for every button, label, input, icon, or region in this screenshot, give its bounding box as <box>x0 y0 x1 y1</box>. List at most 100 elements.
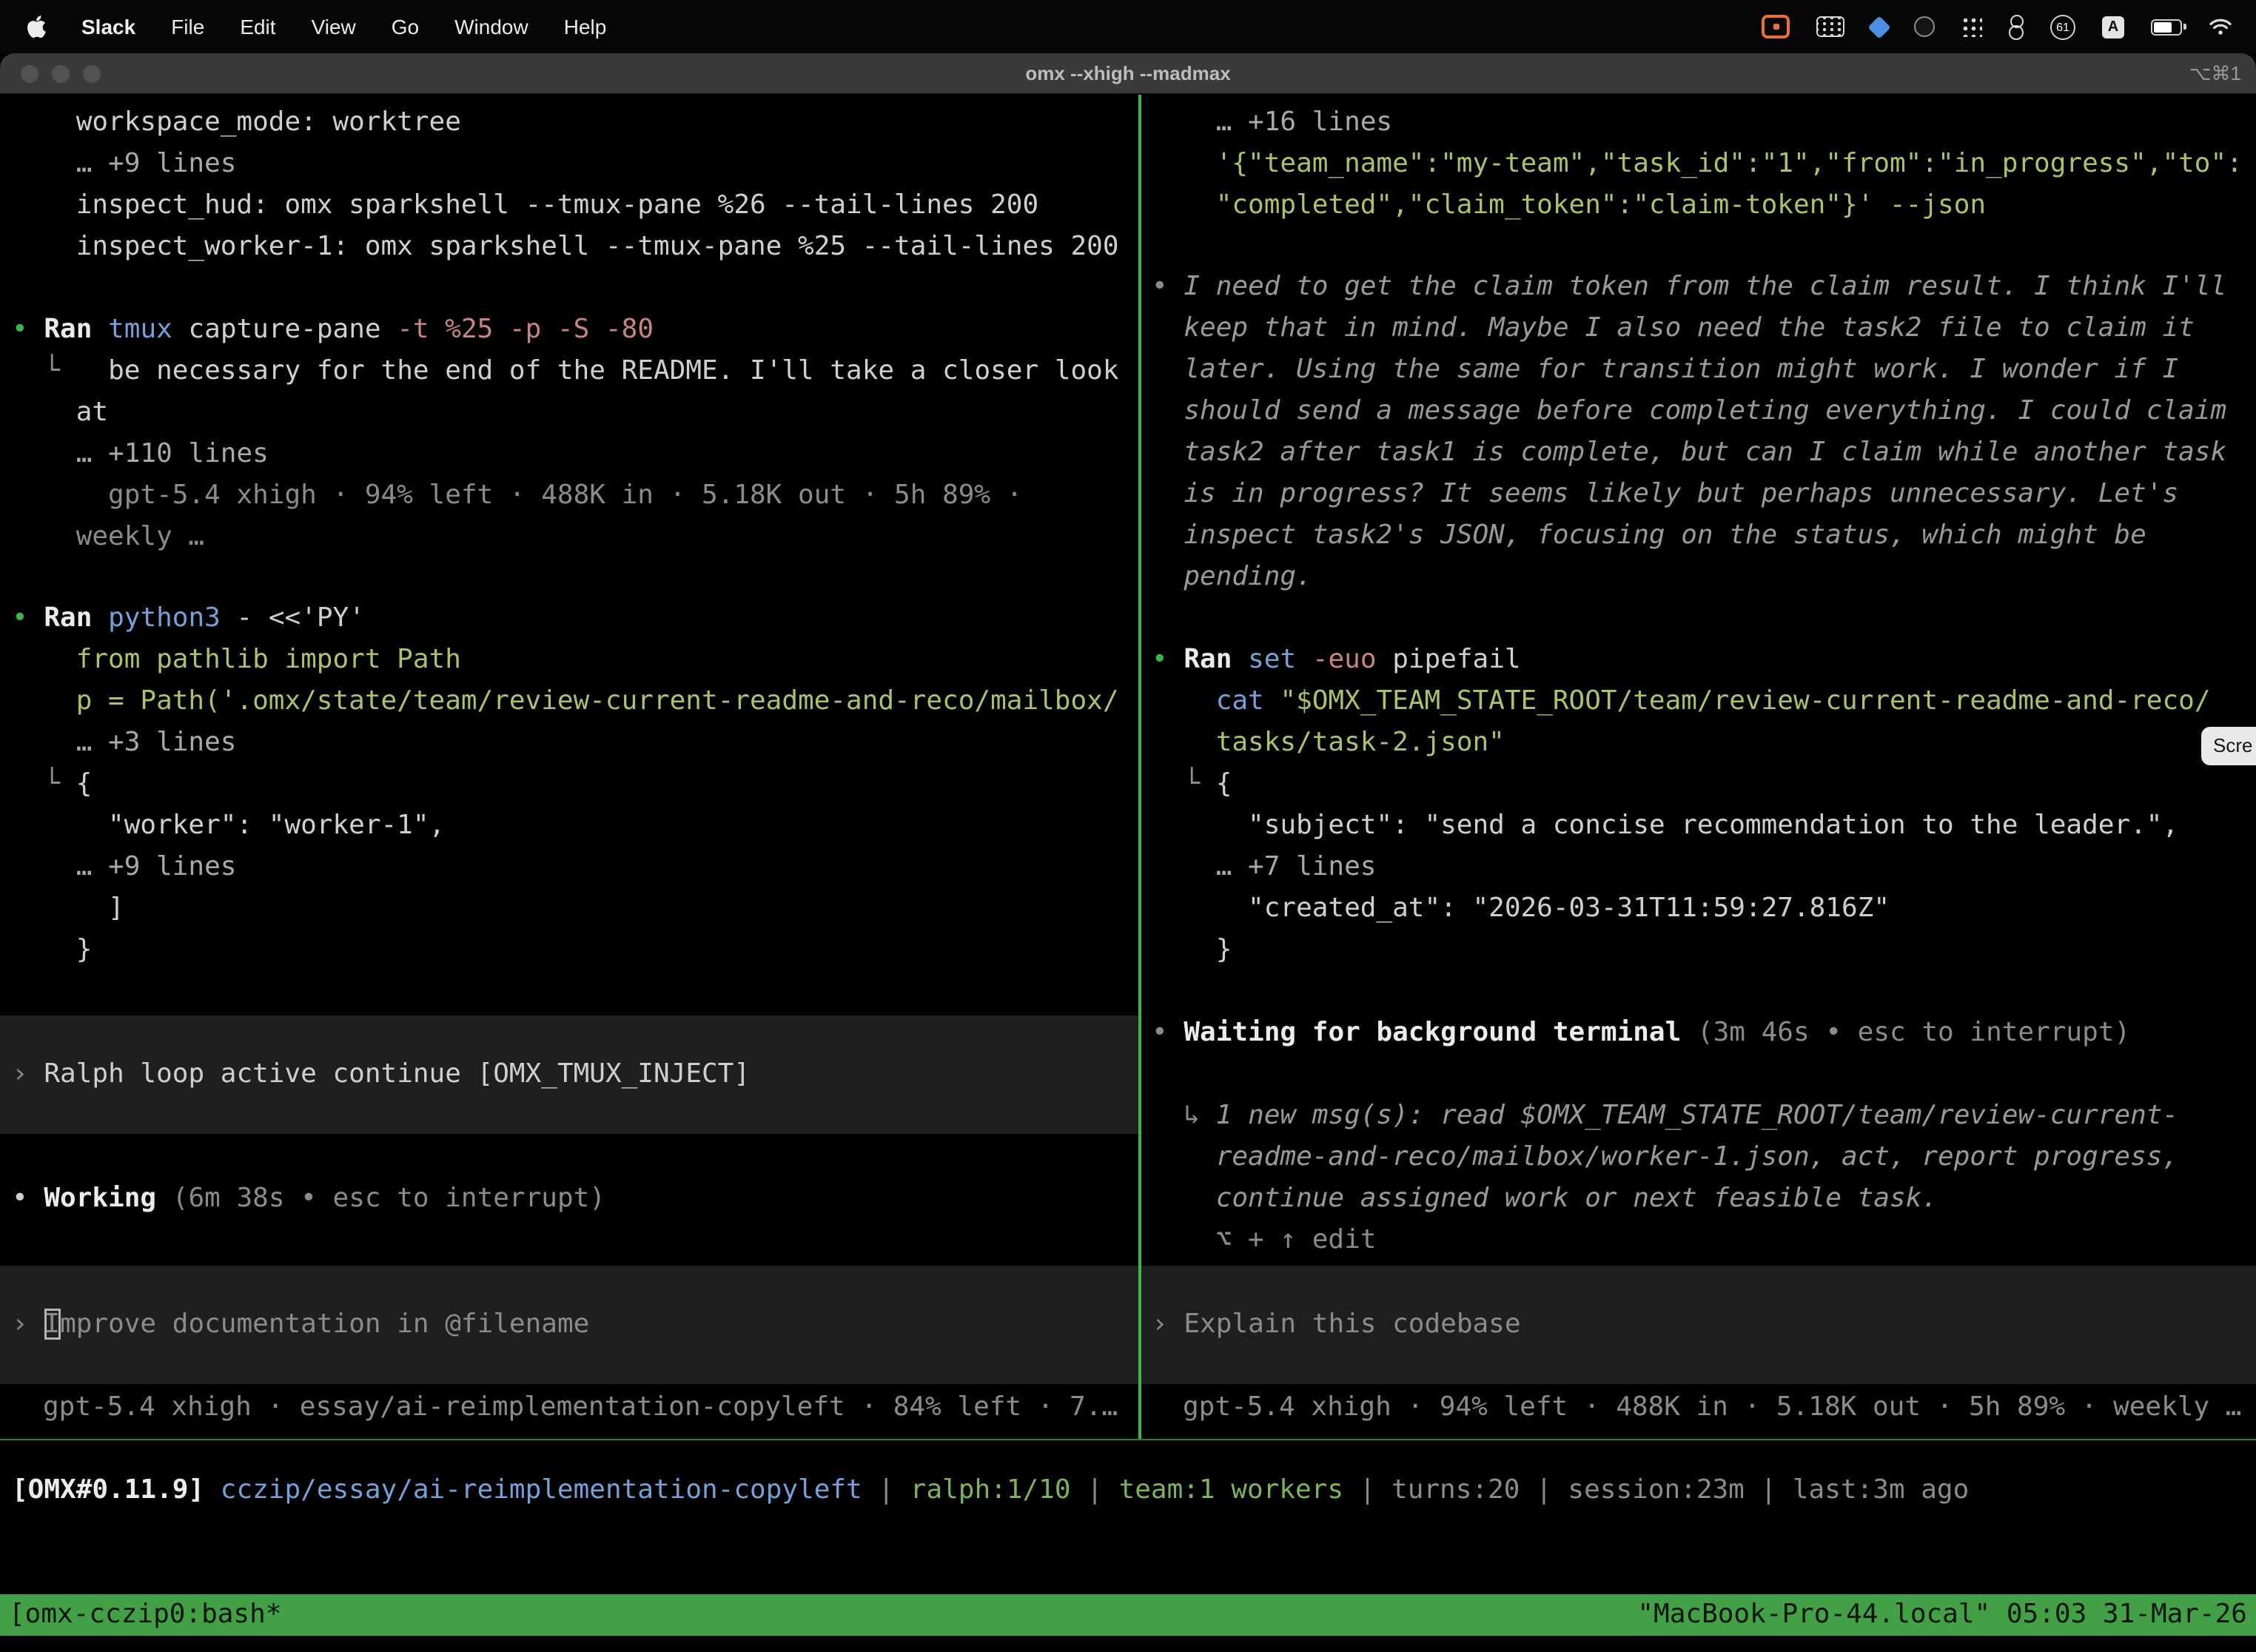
composer-placeholder: mprove documentation in @filename <box>60 1309 589 1340</box>
session-footer-text: gpt-5.4 xhigh · essay/ai-reimplementatio… <box>43 1387 1118 1428</box>
screen-recording-indicator-icon[interactable] <box>1762 15 1790 38</box>
screen-share-tooltip: Scre <box>2201 727 2256 765</box>
menu-view[interactable]: View <box>312 15 356 38</box>
session-footer-text: gpt-5.4 xhigh · 94% left · 488K in · 5.1… <box>1183 1387 2242 1428</box>
menu-bar-left: Slack File Edit View Go Window Help <box>27 15 606 38</box>
tmux-session-label: [omx-cczip0:bash* <box>9 1594 281 1636</box>
terminal-line: inspect_worker-1: omx sparkshell --tmux-… <box>12 226 1119 268</box>
screen: Slack File Edit View Go Window Help 61 A <box>0 0 2256 1652</box>
session-footer-right: gpt-5.4 xhigh · 94% left · 488K in · 5.1… <box>1183 1387 2242 1428</box>
output-line: } <box>1152 930 2211 971</box>
bullet-icon: • <box>1152 271 1184 302</box>
output-line: └ { <box>12 764 1119 805</box>
battery-percent-value: 61 <box>2056 20 2069 33</box>
ran-set-block: • Ran set -euo pipefail cat "$OMX_TEAM_S… <box>1152 639 2211 971</box>
bullet-icon: • <box>1152 1017 1184 1048</box>
inject-banner: › Ralph loop active continue [OMX_TMUX_I… <box>0 1015 1138 1134</box>
window-titlebar[interactable]: omx --xhigh --madmax ⌥⌘1 <box>0 53 2256 95</box>
screen-share-tooltip-text: Scre <box>2213 734 2252 756</box>
output-line: at <box>12 392 1119 434</box>
composer-line-right: › Explain this codebase <box>1152 1304 2256 1346</box>
wifi-icon[interactable] <box>2209 18 2232 36</box>
tmux-host-time: "MacBook-Pro-44.local" 05:03 31-Mar-26 <box>1637 1594 2247 1636</box>
output-line: "created_at": "2026-03-31T11:59:27.816Z" <box>1152 888 2211 930</box>
scrollback-block-left: workspace_mode: worktree … +9 lines insp… <box>12 102 1119 268</box>
output-line: ] <box>12 888 1119 930</box>
composer-input-right[interactable]: › Explain this codebase <box>1141 1266 2256 1384</box>
output-line: … +9 lines <box>12 847 1119 888</box>
omx-status-line: [OMX#0.11.9] cczip/essay/ai-reimplementa… <box>12 1470 1969 1511</box>
command-body-line: tasks/task-2.json" <box>1152 722 2211 764</box>
window-shortcut-hint: ⌥⌘1 <box>2189 61 2241 85</box>
command-name: cat <box>1152 685 1280 716</box>
minimize-button[interactable] <box>52 65 70 83</box>
tree-connector: └ <box>1152 768 1216 799</box>
terminal-line: … +9 lines <box>12 144 1119 185</box>
thinking-line: pending. <box>1152 557 2226 598</box>
menu-bar: Slack File Edit View Go Window Help 61 A <box>0 0 2256 53</box>
output-line: └ be necessary for the end of the README… <box>12 351 1119 392</box>
keyboard-grid-icon[interactable] <box>1816 16 1844 37</box>
command-flags: -euo <box>1312 644 1392 675</box>
session-footer-left: gpt-5.4 xhigh · essay/ai-reimplementatio… <box>43 1387 1118 1428</box>
command-line: • Ran set -euo pipefail <box>1152 639 2211 681</box>
menu-go[interactable]: Go <box>392 15 419 38</box>
menu-help[interactable]: Help <box>564 15 607 38</box>
menu-file[interactable]: File <box>171 15 204 38</box>
ran-tmux-block: • Ran tmux capture-pane -t %25 -p -S -80… <box>12 309 1119 558</box>
figure-eight-bottom <box>2009 24 2024 39</box>
ran-python-block: • Ran python3 - <<'PY' from pathlib impo… <box>12 598 1119 971</box>
mailbox-message-block: ↳ 1 new msg(s): read $OMX_TEAM_STATE_ROO… <box>1152 1095 2178 1261</box>
dark-circle-icon[interactable] <box>1914 16 1935 37</box>
command-name: set <box>1248 644 1312 675</box>
tree-connector: └ <box>12 768 76 799</box>
waiting-label: Waiting for background terminal <box>1184 1017 1697 1048</box>
terminal-window: omx --xhigh --madmax ⌥⌘1 workspace_mode:… <box>0 53 2256 1652</box>
command-flags: -t %25 -p -S -80 <box>397 314 654 345</box>
battery-fill <box>2154 21 2171 32</box>
menu-window[interactable]: Window <box>454 15 528 38</box>
command-arg: - <<'PY' <box>237 602 365 634</box>
apple-menu-icon[interactable] <box>27 15 46 38</box>
mailbox-line: ↳ 1 new msg(s): read $OMX_TEAM_STATE_ROO… <box>1152 1095 2178 1137</box>
thinking-line: keep that in mind. Maybe I also need the… <box>1152 308 2226 349</box>
composer-input-left[interactable]: › Improve documentation in @filename <box>0 1266 1138 1384</box>
menu-app-name[interactable]: Slack <box>81 15 135 38</box>
chevron-icon: › <box>1152 1309 1184 1340</box>
working-line: • Working (6m 38s • esc to interrupt) <box>12 1178 605 1220</box>
ran-label: Ran <box>44 314 108 345</box>
zoom-button[interactable] <box>83 65 101 83</box>
omx-version: [OMX#0.11.9] <box>12 1474 221 1505</box>
output-line: "subject": "send a concise recommendatio… <box>1152 805 2211 847</box>
window-title: omx --xhigh --madmax <box>1025 62 1230 84</box>
input-source-icon[interactable]: A <box>2102 16 2124 38</box>
output-line: … +7 lines <box>1152 847 2211 888</box>
separator: | <box>1071 1474 1119 1505</box>
omx-session-stats: | turns:20 | session:23m | last:3m ago <box>1343 1474 1969 1505</box>
tmux-horizontal-divider <box>0 1439 2256 1440</box>
text-cursor: I <box>44 1309 60 1340</box>
thinking-line: task2 after task1 is complete, but can I… <box>1152 432 2226 474</box>
command-name: tmux <box>108 314 188 345</box>
working-status: • Working (6m 38s • esc to interrupt) <box>12 1178 605 1220</box>
thinking-block: • I need to get the claim token from the… <box>1152 266 2226 598</box>
terminal-line: "completed","claim_token":"claim-token"}… <box>1152 185 2243 226</box>
blue-app-icon[interactable] <box>1867 15 1890 38</box>
command-body-line: p = Path('.omx/state/team/review-current… <box>12 681 1119 722</box>
menu-edit[interactable]: Edit <box>240 15 275 38</box>
tmux-status-bar: [omx-cczip0:bash* "MacBook-Pro-44.local"… <box>0 1594 2256 1636</box>
waiting-line: • Waiting for background terminal (3m 46… <box>1152 1013 2130 1054</box>
ralph-counter: ralph:1/10 <box>910 1474 1071 1505</box>
command-body-line: cat "$OMX_TEAM_STATE_ROOT/team/review-cu… <box>1152 681 2211 722</box>
inject-banner-line: › Ralph loop active continue [OMX_TMUX_I… <box>12 1054 1138 1095</box>
figure-eight-icon[interactable] <box>2009 14 2024 39</box>
terminal-line: inspect_hud: omx sparkshell --tmux-pane … <box>12 185 1119 226</box>
close-button[interactable] <box>21 65 38 83</box>
battery-percent-badge[interactable]: 61 <box>2050 14 2075 39</box>
output-line: } <box>12 930 1119 971</box>
bullet-icon: • <box>12 1183 44 1214</box>
battery-icon[interactable] <box>2151 19 2182 35</box>
command-line: • Ran tmux capture-pane -t %25 -p -S -80 <box>12 309 1119 351</box>
dots-grid-icon[interactable] <box>1961 16 1982 37</box>
recording-dot <box>1773 24 1779 30</box>
